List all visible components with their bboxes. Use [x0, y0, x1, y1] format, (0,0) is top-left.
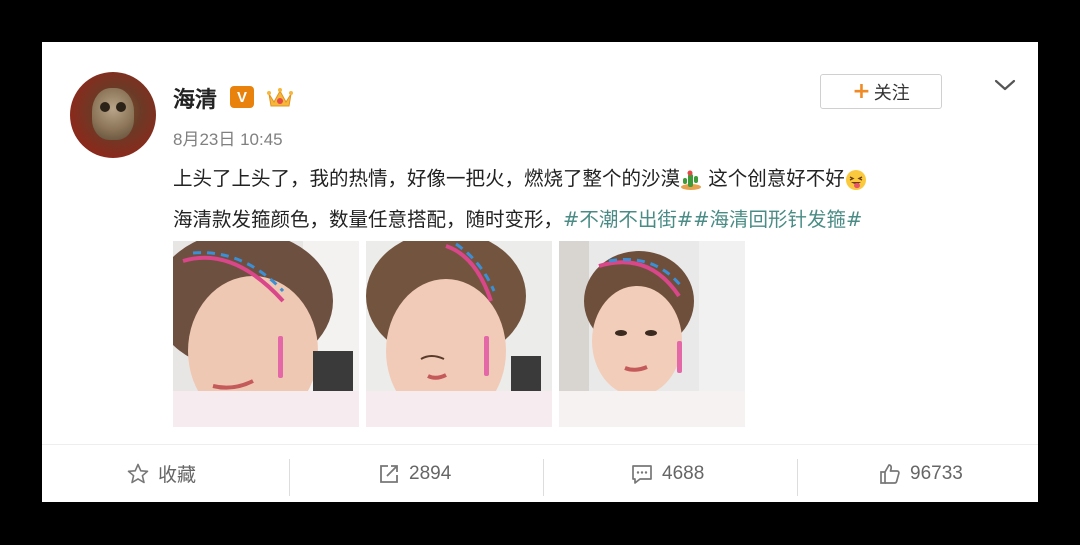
favorite-button[interactable]: 收藏: [126, 445, 196, 502]
divider: [289, 459, 290, 496]
star-icon: [127, 463, 149, 483]
share-icon: [380, 464, 398, 483]
post-text-line-1: 上头了上头了，我的热情，好像一把火，燃烧了整个的沙漠 这个创意好不好: [173, 158, 1023, 199]
post-timestamp[interactable]: 8月23日 10:45: [173, 125, 283, 150]
post-photo-3[interactable]: [559, 241, 745, 427]
verified-v-icon: V: [230, 86, 254, 108]
tongue-face-emoji-icon: [845, 169, 866, 190]
post-text-segment: 这个创意好不好: [702, 167, 845, 190]
divider: [797, 459, 798, 496]
post-text-segment: 海清款发箍颜色，数量任意搭配，随时变形，: [173, 208, 564, 231]
hashtag-link[interactable]: #海清回形针发箍#: [693, 208, 862, 231]
follow-button[interactable]: + 关注: [820, 74, 942, 109]
avatar[interactable]: [70, 72, 156, 158]
like-button[interactable]: 96733: [878, 445, 963, 502]
repost-button[interactable]: 2894: [377, 445, 451, 502]
thumbs-up-icon: [880, 463, 900, 484]
follow-label: 关注: [873, 82, 910, 104]
post-photo-2[interactable]: [366, 241, 552, 427]
repost-count: 2894: [409, 462, 452, 484]
username[interactable]: 海清: [173, 82, 217, 114]
hashtag-link[interactable]: #不潮不出街#: [563, 208, 693, 231]
comment-icon: [632, 464, 652, 484]
like-count: 96733: [910, 462, 963, 484]
comment-button[interactable]: 4688: [630, 445, 704, 502]
cactus-emoji-icon: [681, 170, 702, 190]
favorite-label: 收藏: [158, 465, 197, 486]
post-text: 上头了上头了，我的热情，好像一把火，燃烧了整个的沙漠 这个创意好不好 海清款发箍…: [173, 158, 1023, 240]
owl-avatar-image: [92, 88, 134, 140]
comment-count: 4688: [662, 462, 705, 484]
action-bar: 收藏 2894 4688 96733: [42, 445, 1038, 502]
post-photo-1[interactable]: [173, 241, 359, 427]
chevron-down-icon[interactable]: [992, 72, 1018, 98]
plus-icon: +: [852, 78, 871, 104]
post-text-segment: 上头了上头了，我的热情，好像一把火，燃烧了整个的沙漠: [173, 167, 681, 190]
post-text-line-2: 海清款发箍颜色，数量任意搭配，随时变形，#不潮不出街##海清回形针发箍#: [173, 199, 1023, 240]
weibo-post-card: 海清 V 8月23日 10:45 + 关注 上头了上头了，我的热情，好像一把火，…: [42, 42, 1038, 502]
crown-emoji-icon: [267, 88, 293, 107]
divider: [543, 459, 544, 496]
